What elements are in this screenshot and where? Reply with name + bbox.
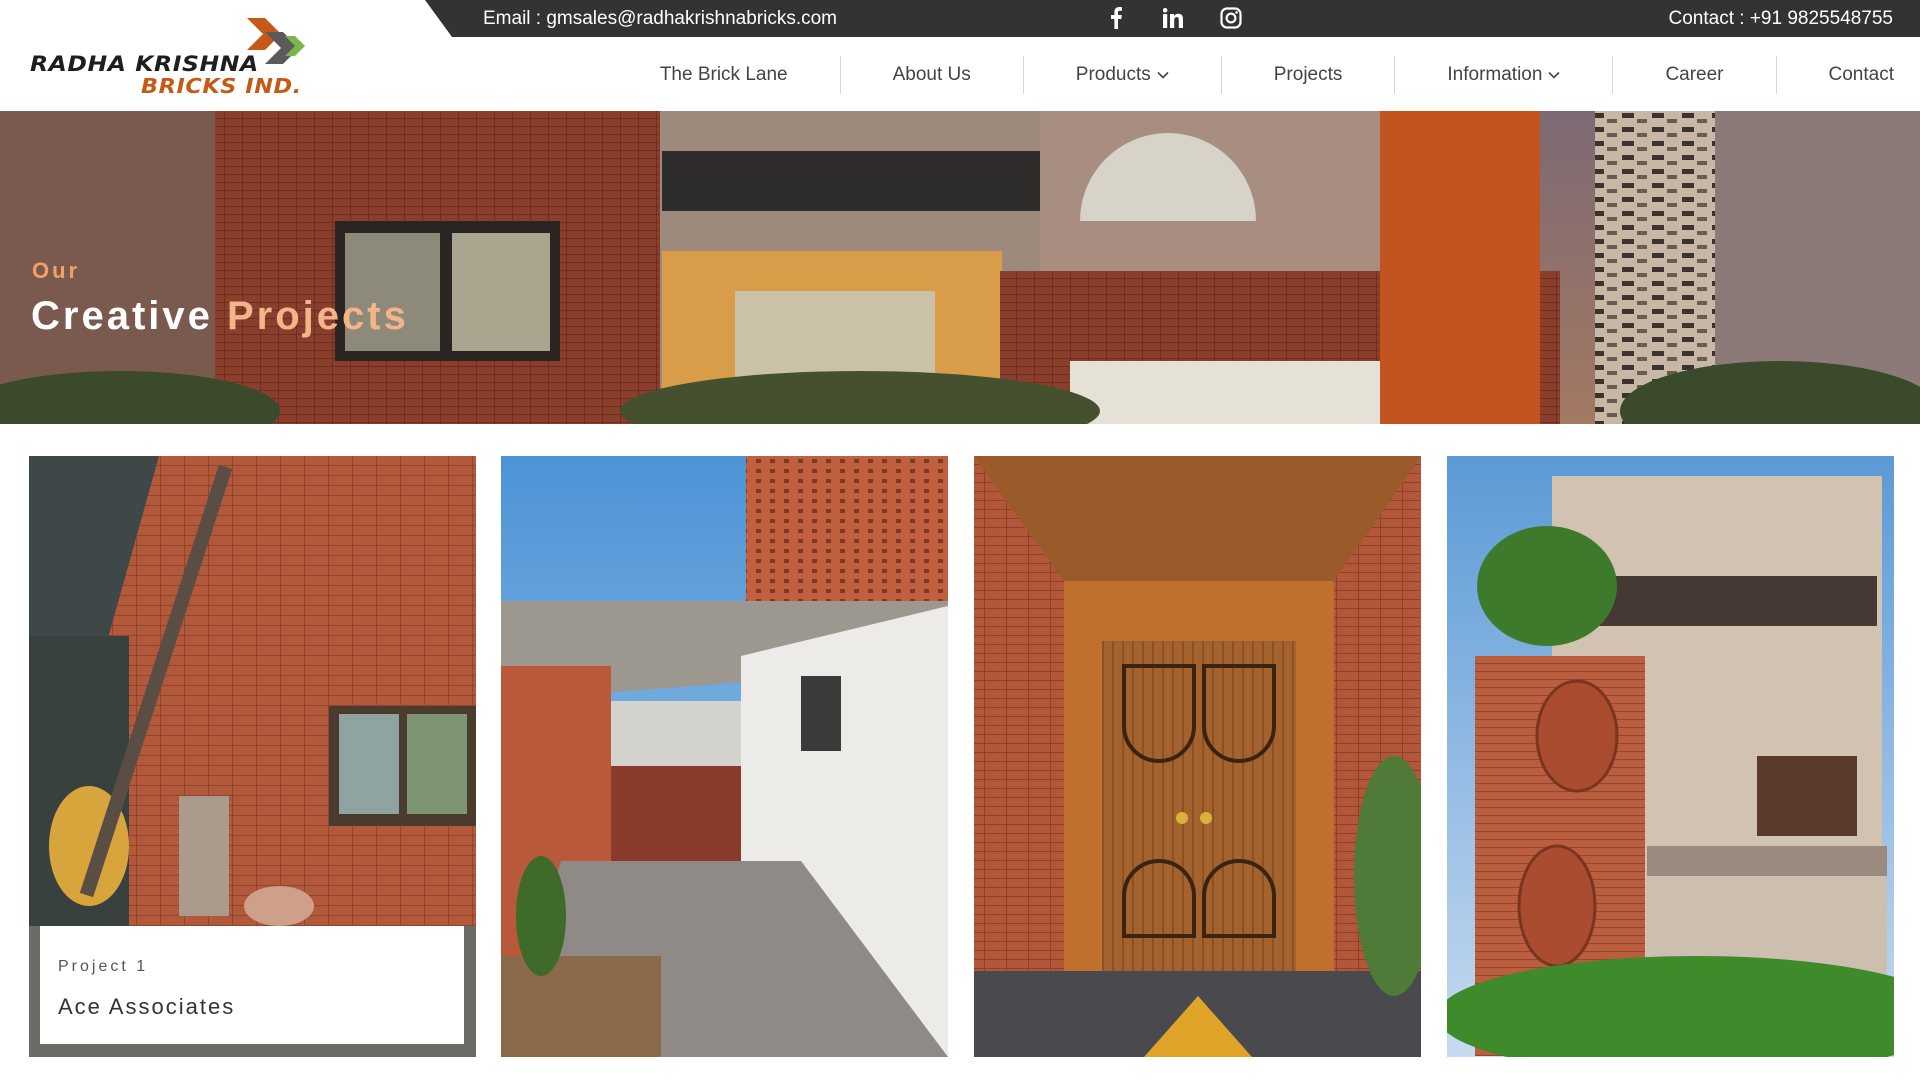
nav-item-brick-lane[interactable]: The Brick Lane [660, 56, 840, 94]
main-navigation: The Brick Lane About Us Products Project… [660, 56, 1894, 94]
site-logo[interactable]: RADHA KRISHNA BRICKS IND. [30, 14, 310, 98]
nav-label: The Brick Lane [659, 64, 788, 85]
nav-label: Contact [1828, 64, 1894, 85]
nav-item-contact[interactable]: Contact [1775, 56, 1894, 94]
nav-label: Career [1665, 64, 1724, 85]
instagram-icon[interactable] [1217, 5, 1245, 31]
project-name: Ace Associates [58, 994, 236, 1019]
contact-phone[interactable]: Contact : +91 9825548755 [1669, 8, 1894, 30]
chevron-down-icon [1157, 71, 1169, 79]
project-card-2[interactable] [501, 456, 948, 1057]
project-card-3[interactable] [974, 456, 1421, 1057]
nav-label: Products [1075, 64, 1151, 85]
project-number: Project 1 [58, 958, 149, 975]
nav-label: Information [1447, 64, 1543, 85]
nav-label: About Us [892, 64, 971, 85]
chevron-down-icon [1548, 71, 1561, 79]
nav-item-information[interactable]: Information [1394, 56, 1612, 94]
hero-title-accent: Projects [227, 294, 409, 338]
nav-item-projects[interactable]: Projects [1220, 56, 1395, 94]
linkedin-icon[interactable] [1159, 5, 1187, 31]
email-link[interactable]: Email : gmsales@radhakrishnabricks.com [483, 8, 837, 30]
project-caption: Project 1 Ace Associates [40, 926, 464, 1044]
nav-item-about-us[interactable]: About Us [839, 56, 1023, 94]
hero-eyebrow: Our [32, 258, 81, 283]
facebook-icon[interactable] [1102, 5, 1130, 31]
nav-label: Projects [1273, 64, 1343, 85]
project-image-3 [974, 456, 1421, 1057]
hero-title: Creative Projects [31, 294, 409, 339]
nav-item-products[interactable]: Products [1022, 56, 1221, 94]
nav-item-career[interactable]: Career [1612, 56, 1775, 94]
project-card-1[interactable]: Project 1 Ace Associates [29, 456, 476, 1057]
project-image-2 [501, 456, 948, 1057]
logo-text-secondary: BRICKS IND. [141, 74, 302, 98]
hero-title-white: Creative [31, 294, 213, 338]
hero-banner-image: Our Creative Projects [0, 111, 1920, 424]
project-card-4[interactable] [1447, 456, 1894, 1057]
logo-text-primary: RADHA KRISHNA [30, 52, 259, 76]
project-image-4 [1447, 456, 1894, 1057]
